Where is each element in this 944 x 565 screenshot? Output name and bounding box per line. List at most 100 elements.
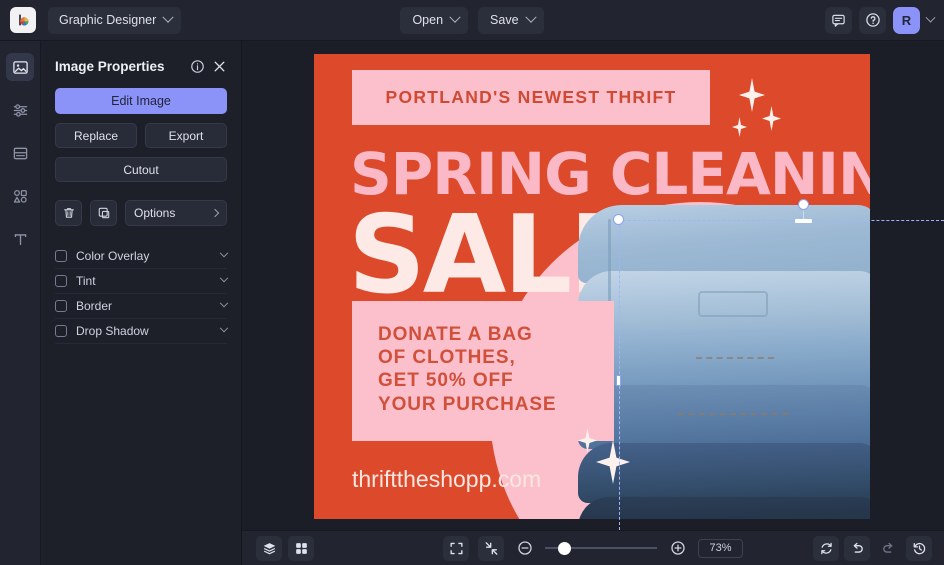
close-panel-button[interactable] (212, 59, 227, 74)
open-label: Open (412, 13, 444, 27)
document-name-dropdown[interactable]: Graphic Designer (48, 6, 182, 34)
replace-label: Replace (73, 128, 119, 143)
options-label: Options (134, 206, 176, 220)
chevron-down-icon (219, 298, 229, 308)
grid-icon (295, 542, 307, 554)
zoom-level-input[interactable]: 73% (698, 538, 743, 558)
redo-button[interactable] (875, 536, 901, 561)
undo-button[interactable] (844, 535, 870, 561)
offer-box[interactable]: DONATE A BAG OF CLOTHES, GET 50% OFF YOU… (352, 301, 614, 441)
banner-text: PORTLAND'S NEWEST THRIFT (385, 87, 677, 107)
help-button[interactable] (859, 6, 886, 34)
document-name-label: Graphic Designer (59, 13, 157, 27)
chevron-down-icon (449, 11, 461, 23)
chevron-right-icon (210, 208, 220, 218)
export-button[interactable]: Export (145, 123, 227, 148)
save-label: Save (490, 13, 519, 27)
artboard[interactable]: PORTLAND'S NEWEST THRIFT SPRING CLEANING… (314, 54, 870, 519)
image-properties-panel: Image Properties Edit Image Replace Expo… (41, 41, 242, 565)
checkbox-drop-shadow[interactable] (55, 325, 67, 337)
effect-label: Color Overlay (76, 249, 150, 263)
collapse-button[interactable] (478, 535, 504, 561)
open-button[interactable]: Open (400, 6, 469, 34)
app-window: Graphic Designer Open Save R Image Prope… (0, 0, 944, 565)
tool-adjust[interactable] (6, 96, 34, 124)
offer-line-3: GET 50% OFF (378, 370, 514, 392)
redo-icon (882, 542, 892, 553)
layers-button[interactable] (256, 535, 282, 561)
tool-rail (0, 41, 41, 565)
banner-shape[interactable]: PORTLAND'S NEWEST THRIFT (352, 70, 710, 125)
sparkle-icon (596, 440, 630, 484)
tool-shapes[interactable] (6, 182, 34, 210)
close-x-icon (214, 61, 225, 71)
effect-row-tint[interactable]: Tint (55, 269, 229, 294)
tool-text[interactable] (6, 225, 34, 253)
tool-image[interactable] (6, 53, 34, 81)
edit-image-button[interactable]: Edit Image (55, 88, 227, 114)
shapes-icon (13, 189, 27, 203)
offer-line-1: DONATE A BAG (378, 324, 533, 345)
effect-label: Border (76, 299, 113, 313)
trash-icon (63, 208, 74, 218)
zoom-level-value: 73% (709, 542, 732, 554)
resize-handle-middle-left[interactable] (616, 375, 621, 386)
chevron-down-icon (219, 323, 229, 333)
comment-button[interactable] (825, 6, 852, 34)
zoom-out-button[interactable] (513, 537, 536, 560)
chevron-down-icon[interactable] (925, 12, 936, 23)
history-button[interactable] (906, 535, 932, 561)
zoom-slider[interactable] (545, 540, 657, 556)
panel-header: Image Properties (55, 46, 227, 86)
cutout-button[interactable]: Cutout (55, 157, 227, 182)
sparkle-icon (732, 117, 747, 137)
checkbox-color-overlay[interactable] (55, 250, 67, 262)
avatar[interactable]: R (893, 6, 920, 34)
resize-handle-top-left[interactable] (613, 214, 624, 225)
delete-button[interactable] (55, 200, 82, 226)
poster-url[interactable]: thrifttheshopp.com (352, 466, 541, 493)
duplicate-button[interactable] (90, 200, 117, 226)
effect-row-color-overlay[interactable]: Color Overlay (55, 244, 229, 269)
zoom-slider-thumb[interactable] (558, 541, 572, 555)
options-button[interactable]: Options (125, 200, 227, 226)
comment-icon (832, 14, 845, 27)
edit-image-label: Edit Image (111, 94, 171, 108)
grid-button[interactable] (288, 535, 314, 561)
file-actions: Open Save (382, 6, 562, 34)
zoom-controls: 73% (393, 535, 793, 561)
effect-row-border[interactable]: Border (55, 294, 229, 319)
zoom-out-minus-icon (517, 541, 532, 555)
cutout-label: Cutout (123, 162, 159, 177)
bottom-bar: 73% (242, 530, 944, 565)
offer-line-2: OF CLOTHES, (378, 347, 516, 369)
duplicate-icon (98, 207, 109, 219)
history-controls (813, 535, 932, 561)
panel-title: Image Properties (55, 58, 165, 74)
chevron-down-icon (162, 11, 174, 23)
zoom-in-button[interactable] (666, 537, 689, 560)
checkbox-tint[interactable] (55, 275, 67, 287)
effects-list: Color Overlay Tint Border Drop Shadow (55, 244, 229, 344)
panel-tool-row: Options (55, 200, 227, 226)
history-clock-icon (913, 542, 925, 554)
rotate-handle[interactable] (798, 199, 809, 210)
avatar-initial: R (901, 12, 912, 28)
replace-button[interactable]: Replace (55, 123, 137, 148)
sparkle-icon (578, 428, 597, 453)
adjustments-sliders-icon (13, 103, 27, 117)
fit-to-screen-button[interactable] (443, 535, 469, 561)
reset-button[interactable] (813, 535, 839, 561)
top-bar-right: R (825, 6, 936, 34)
fit-to-screen-icon (449, 542, 463, 554)
top-bar: Graphic Designer Open Save R (0, 0, 944, 41)
info-button[interactable] (190, 59, 205, 74)
app-logo-icon[interactable] (10, 7, 36, 33)
save-button[interactable]: Save (478, 6, 544, 34)
effect-row-drop-shadow[interactable]: Drop Shadow (55, 319, 229, 344)
chevron-down-icon (524, 11, 537, 23)
checkbox-border[interactable] (55, 300, 67, 312)
offer-line-4: YOUR PURCHASE (378, 393, 557, 415)
canvas-area[interactable]: PORTLAND'S NEWEST THRIFT SPRING CLEANING… (242, 41, 944, 530)
tool-layout[interactable] (6, 139, 34, 167)
